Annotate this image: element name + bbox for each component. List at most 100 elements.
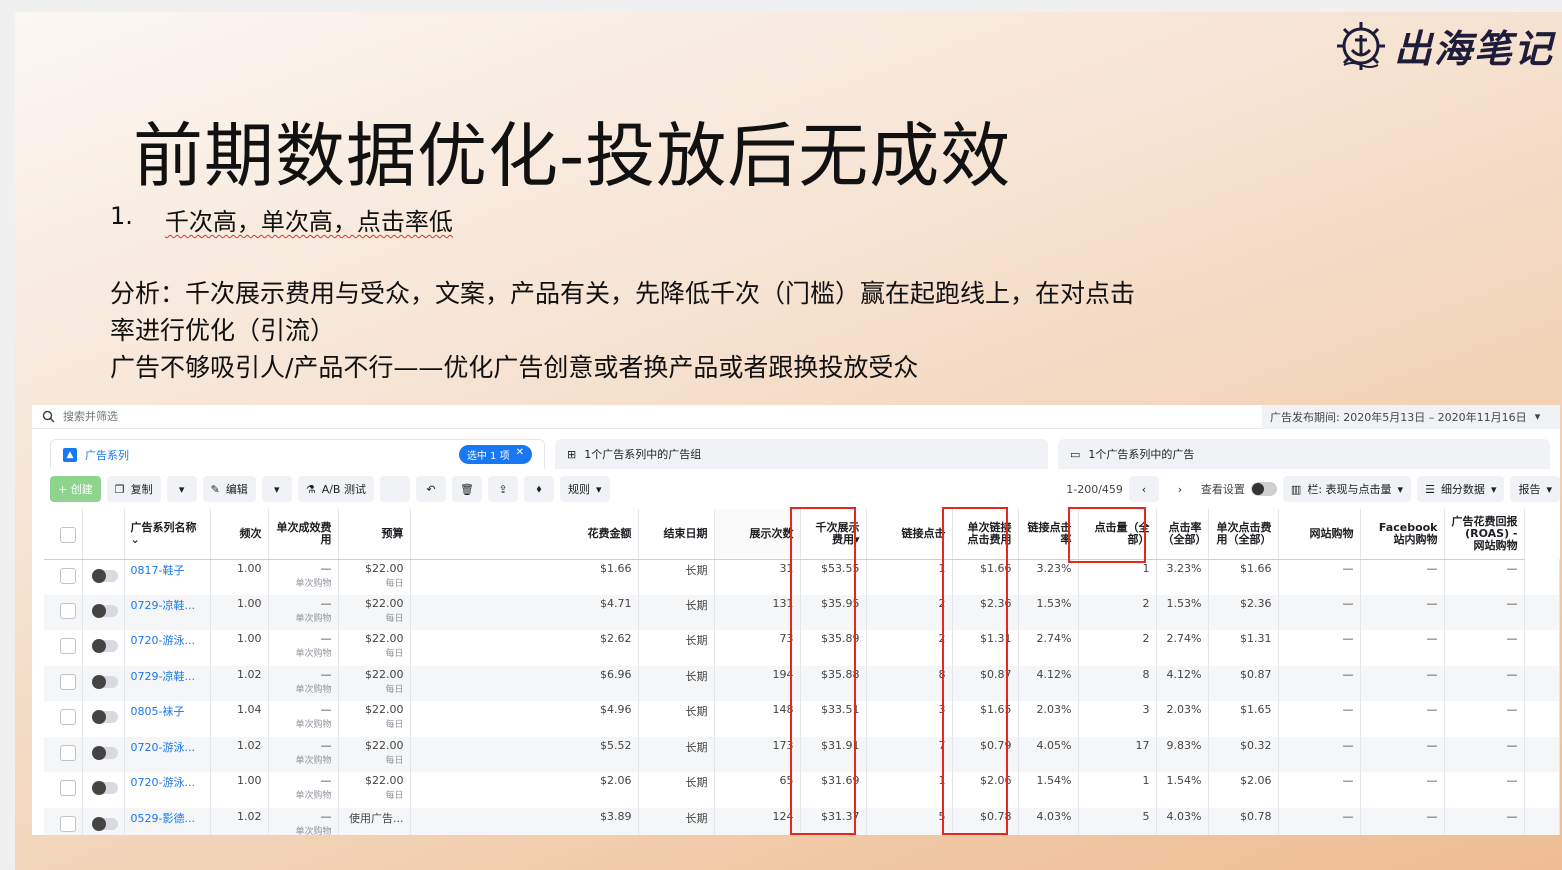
col-ctr-all[interactable]: 点击率（全部） [1156, 509, 1209, 560]
campaign-name-link[interactable]: 0729-凉鞋... [124, 594, 211, 630]
select-all-checkbox[interactable] [44, 509, 83, 560]
col-end-date[interactable]: 结束日期 [638, 509, 715, 560]
campaign-name-link[interactable]: 0720-游泳... [124, 772, 211, 808]
delivery-toggle[interactable] [82, 630, 125, 666]
chevron-down-icon: ▾ [595, 482, 602, 496]
columns-button[interactable]: ▥ 栏: 表现与点击量 ▾ [1282, 476, 1412, 502]
cell-roas: — [1444, 772, 1525, 808]
delivery-toggle[interactable] [82, 594, 125, 630]
col-amount-spent[interactable]: 花费金额 [410, 509, 639, 560]
delivery-toggle[interactable] [82, 807, 125, 835]
cell-sub: 单次购物 [295, 613, 332, 624]
view-settings-toggle[interactable] [1250, 482, 1277, 496]
cell-cpm: $53.55 [800, 559, 867, 595]
col-campaign-name[interactable]: 广告系列名称 ⌄ [124, 509, 211, 560]
search-box[interactable] [32, 405, 1262, 429]
cell-cpm: $35.89 [800, 630, 867, 666]
campaign-name-link[interactable]: 0729-凉鞋... [124, 665, 211, 701]
selected-chip[interactable]: 选中 1 项 ✕ [458, 445, 532, 464]
cell-cpc: $0.79 [952, 736, 1019, 772]
preview-icon[interactable]: ⇪ [487, 476, 518, 502]
row-checkbox[interactable] [44, 736, 83, 772]
cell-all_clicks: 8 [1078, 665, 1157, 701]
date-range-picker[interactable]: 广告发布期间: 2020年5月13日 – 2020年11月16日 ▾ [1262, 405, 1560, 429]
copy-button[interactable]: ❐ 复制 [106, 476, 161, 502]
sort-desc-icon: ▾ [853, 532, 860, 546]
table-row[interactable]: 0720-游泳... 1.00— 单次购物 $22.00 每日 $2.06 长期 65 $31.… [44, 772, 1560, 808]
cell-cpr: — 单次购物 [268, 630, 339, 666]
tab-label: 1个广告系列中的广告组 [584, 448, 702, 461]
col-link-clicks[interactable]: 链接点击 [866, 509, 953, 560]
campaign-name-link[interactable]: 0817-鞋子 [124, 559, 211, 595]
cell-value: 使用广告... [349, 811, 404, 825]
reports-button[interactable]: 报告 ▾ [1510, 476, 1560, 502]
analysis-line: 广告不够吸引人/产品不行——优化广告创意或者换产品或者跟换投放受众 [110, 353, 919, 382]
campaign-name-link[interactable]: 0720-游泳... [124, 736, 211, 772]
col-cpc-all[interactable]: 单次点击费用（全部） [1208, 509, 1279, 560]
col-cpc-link[interactable]: 单次链接点击费用 [952, 509, 1019, 560]
table-row[interactable]: 0720-游泳... 1.02 — 单次购物 $22.00 每日 $5.52 长期 173 $31… [44, 736, 1560, 772]
cell-extra [1524, 665, 1560, 701]
table-row[interactable]: 0729-凉鞋... 1.00 — 单次购物 $22.00 每日 $4.71 长期 131 $35… [44, 594, 1560, 630]
next-page-button[interactable]: › [1164, 476, 1195, 502]
cell-sub: 单次购物 [295, 684, 332, 695]
delivery-toggle[interactable] [82, 772, 125, 808]
sort-icon: ⌄ [130, 532, 140, 546]
edit-button[interactable]: ✎ 编辑 [202, 476, 256, 502]
table-row[interactable]: 0529-影德... 1.02 — 单次购物 使用广告... $3.89 长期 124 $31.… [44, 807, 1560, 835]
breakdown-button[interactable]: ☰ 细分数据 ▾ [1417, 476, 1505, 502]
row-checkbox[interactable] [44, 772, 83, 808]
col-cpm[interactable]: 千次展示费用▾ [800, 509, 867, 560]
cell-budget: $22.00 每日 [338, 665, 411, 701]
table-row[interactable]: 0729-凉鞋... 1.02 — 单次购物 $22.00 每日 $6.96 长期 194 $35… [44, 665, 1560, 701]
cell-impr: 73 [714, 630, 801, 666]
prev-page-button[interactable]: ‹ [1128, 476, 1159, 502]
campaign-name-link[interactable]: 0720-游泳... [124, 630, 211, 666]
copy-dropdown-button[interactable]: ▾ [166, 476, 197, 502]
delivery-toggle[interactable] [82, 665, 125, 701]
toggle-column-header [82, 509, 125, 560]
tab-adsets[interactable]: ⊞ 1个广告系列中的广告组 [555, 439, 1048, 469]
search-input[interactable] [63, 410, 363, 423]
row-checkbox[interactable] [44, 807, 83, 835]
col-frequency[interactable]: 频次 [210, 509, 269, 560]
columns-icon: ▥ [1290, 482, 1302, 496]
rules-button[interactable]: 规则 ▾ [559, 476, 610, 502]
cell-end: 长期 [638, 701, 715, 737]
table-row[interactable]: 0720-游泳... 1.00 — 单次购物 $22.00 每日 $2.62 长期 73 $35.… [44, 630, 1560, 666]
col-website-purchases[interactable]: 网站购物 [1278, 509, 1361, 560]
blank-button[interactable] [379, 476, 410, 502]
col-ctr-link[interactable]: 链接点击率 [1018, 509, 1079, 560]
campaign-name-link[interactable]: 0805-袜子 [124, 701, 211, 737]
col-roas[interactable]: 广告花费回报 (ROAS) - 网站购物 [1444, 509, 1525, 560]
col-fb-purchases[interactable]: Facebook 站内购物 [1360, 509, 1445, 560]
row-checkbox[interactable] [44, 701, 83, 737]
row-checkbox[interactable] [44, 559, 83, 595]
cell-extra [1524, 559, 1560, 595]
col-impressions[interactable]: 展示次数 [714, 509, 801, 560]
row-checkbox[interactable] [44, 594, 83, 630]
tab-ads[interactable]: ▭ 1个广告系列中的广告 [1058, 439, 1550, 469]
col-cost-per-result[interactable]: 单次成效费用 [268, 509, 339, 560]
delivery-toggle[interactable] [82, 701, 125, 737]
create-button[interactable]: + 创建 [50, 476, 101, 502]
delivery-toggle[interactable] [82, 736, 125, 772]
col-clicks-all[interactable]: 点击量（全部） [1078, 509, 1157, 560]
close-icon[interactable]: ✕ [516, 447, 524, 462]
row-checkbox[interactable] [44, 630, 83, 666]
row-checkbox[interactable] [44, 665, 83, 701]
col-budget[interactable]: 预算 [338, 509, 411, 560]
trash-icon[interactable]: 🗑 [451, 476, 482, 502]
tag-icon[interactable]: ⬧ [523, 476, 554, 502]
table-row[interactable]: 0817-鞋子 1.00— 单次购物 $22.00 每日 $1.66 长期 31 $53.55 1… [44, 559, 1560, 595]
flask-icon: ⚗ [305, 482, 316, 496]
edit-dropdown-button[interactable]: ▾ [261, 476, 292, 502]
table-row[interactable]: 0805-袜子 1.04 — 单次购物 $22.00 每日 $4.96 长期 148 $33.51… [44, 701, 1560, 737]
delivery-toggle[interactable] [82, 559, 125, 595]
campaign-name-link[interactable]: 0529-影德... [124, 807, 211, 835]
undo-icon[interactable]: ↶ [415, 476, 446, 502]
ab-test-button[interactable]: ⚗ A/B 测试 [297, 476, 374, 502]
cell-spend: $2.06 [410, 772, 639, 808]
cell-all_clicks: 1 [1078, 772, 1157, 808]
tab-campaigns[interactable]: ▲ 广告系列 选中 1 项 ✕ [50, 439, 545, 469]
